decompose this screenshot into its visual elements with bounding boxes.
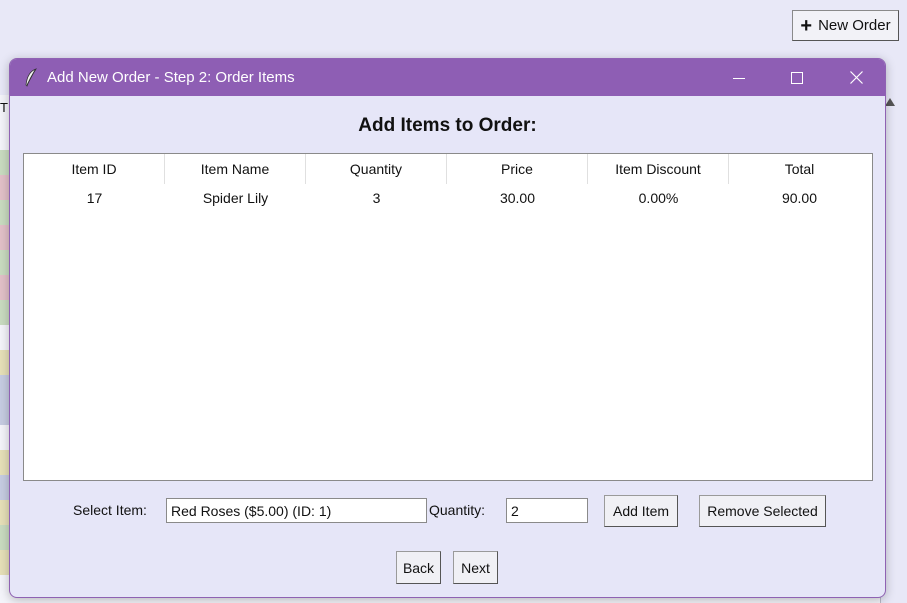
cell-price: 30.00 (499, 190, 536, 206)
bg-row-stripe (0, 225, 9, 250)
quantity-label: Quantity: (429, 502, 486, 518)
table-header: Item ID Item Name Quantity Price Item Di… (24, 154, 872, 185)
close-icon (849, 71, 863, 84)
bg-row-stripe (0, 450, 9, 475)
bg-row-stripe (0, 150, 9, 175)
cell-item-discount: 0.00% (638, 190, 679, 206)
feather-icon (25, 68, 37, 87)
back-button[interactable]: Back (396, 551, 441, 584)
minimize-icon (733, 77, 745, 79)
add-order-dialog: Add New Order - Step 2: Order Items Add … (9, 58, 886, 598)
select-item-label: Select Item: (73, 502, 147, 518)
column-header-price[interactable]: Price (447, 154, 588, 184)
new-order-button[interactable]: + New Order (792, 10, 899, 41)
bg-row-stripe (0, 300, 9, 325)
column-header-item-discount[interactable]: Item Discount (588, 154, 729, 184)
column-header-item-id[interactable]: Item ID (24, 154, 165, 184)
column-header-quantity[interactable]: Quantity (306, 154, 447, 184)
column-header-total[interactable]: Total (729, 154, 870, 184)
bg-row-stripe (0, 550, 9, 575)
maximize-button[interactable] (768, 59, 826, 96)
bg-row-stripe (0, 375, 9, 400)
bg-row-stripe (0, 175, 9, 200)
add-item-button[interactable]: Add Item (604, 495, 678, 527)
dialog-heading: Add Items to Order: (358, 115, 537, 136)
select-item-combobox[interactable] (166, 498, 427, 523)
new-order-label: New Order (818, 17, 891, 34)
bg-row-stripe (0, 475, 9, 500)
next-button[interactable]: Next (453, 551, 498, 584)
bg-row-stripe (0, 350, 9, 375)
scroll-up-arrow-icon[interactable] (885, 98, 895, 106)
maximize-icon (791, 71, 803, 84)
column-header-item-name[interactable]: Item Name (165, 154, 306, 184)
minimize-button[interactable] (710, 59, 768, 96)
quantity-field[interactable] (506, 498, 588, 523)
bg-row-stripe (0, 400, 9, 425)
dialog-titlebar[interactable]: Add New Order - Step 2: Order Items (10, 59, 885, 96)
bg-row-stripe (0, 200, 9, 225)
cell-item-name: Spider Lily (202, 190, 269, 206)
bg-row-stripe (0, 500, 9, 525)
background-heading-fragment: T (0, 100, 8, 115)
cell-item-id: 17 (86, 190, 103, 206)
bg-row-stripe (0, 250, 9, 275)
cell-total: 90.00 (781, 190, 818, 206)
table-row[interactable]: 17 Spider Lily 3 30.00 0.00% 90.00 (24, 185, 872, 211)
cell-quantity: 3 (372, 190, 381, 206)
order-items-table[interactable]: Item ID Item Name Quantity Price Item Di… (23, 153, 873, 481)
bg-row-stripe (0, 525, 9, 550)
dialog-title: Add New Order - Step 2: Order Items (47, 69, 295, 86)
bg-row-stripe (0, 275, 9, 300)
remove-selected-button[interactable]: Remove Selected (699, 495, 826, 527)
plus-icon: + (800, 14, 813, 37)
close-button[interactable] (827, 59, 885, 96)
